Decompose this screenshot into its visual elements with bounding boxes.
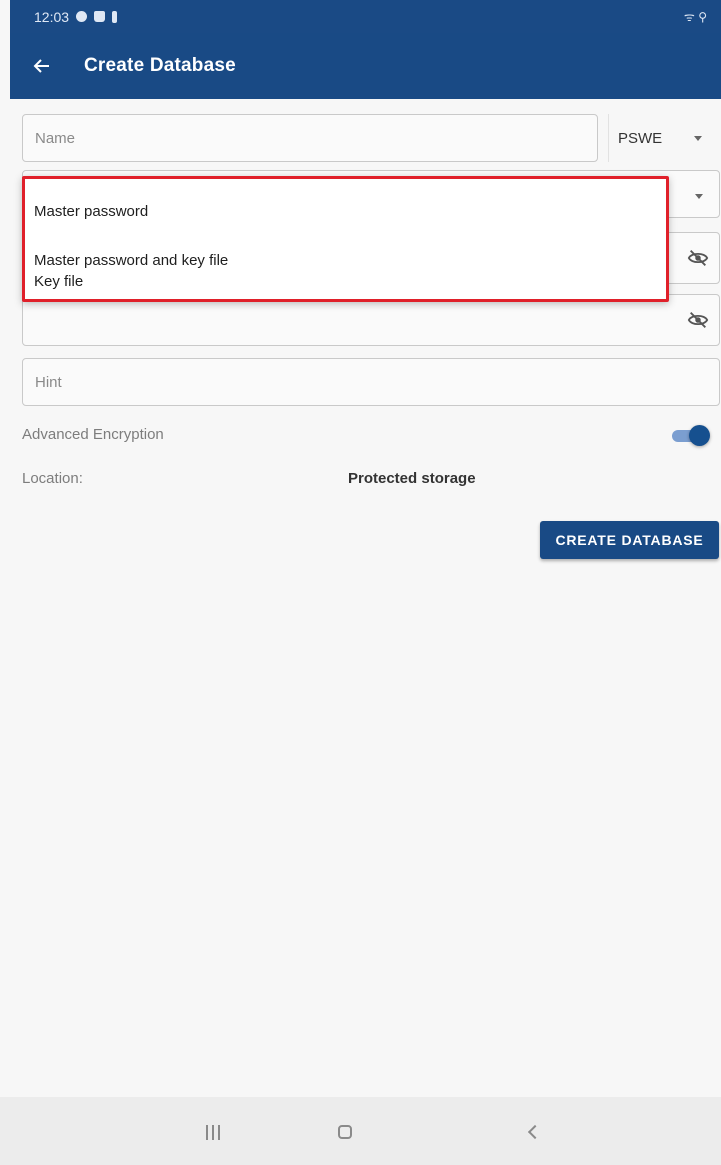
chevron-down-icon <box>694 136 702 141</box>
recent-apps-icon <box>206 1124 208 1140</box>
name-placeholder: Name <box>35 129 76 147</box>
back-chevron-icon <box>527 1124 543 1140</box>
advanced-encryption-label: Advanced Encryption <box>22 426 164 443</box>
app-bar: Create Database <box>10 33 721 99</box>
auth-method-dropdown: Master password Master password and key … <box>22 176 669 302</box>
db-type-value: PSWE <box>618 129 663 147</box>
toggle-thumb <box>689 425 710 446</box>
home-icon <box>338 1125 352 1139</box>
page-title: Create Database <box>84 55 236 76</box>
notification-icon <box>112 10 118 23</box>
advanced-encryption-toggle[interactable] <box>672 425 710 447</box>
hint-input[interactable]: Hint <box>22 358 720 406</box>
eye-off-icon[interactable] <box>687 247 709 269</box>
location-value: Protected storage <box>348 470 476 487</box>
system-back-button[interactable] <box>513 1112 553 1152</box>
status-right-icons: ᯤ ⚲ <box>683 10 707 24</box>
menu-item-master-password[interactable]: Master password <box>34 196 654 226</box>
recent-apps-button[interactable] <box>193 1112 233 1152</box>
hint-placeholder: Hint <box>35 373 62 391</box>
location-label: Location: <box>22 470 83 487</box>
recent-apps-icon-bar <box>212 1124 214 1140</box>
recent-apps-icon-bar <box>218 1124 220 1140</box>
menu-item-key-file[interactable]: Key file <box>34 266 654 296</box>
db-type-select[interactable]: PSWE <box>608 114 718 162</box>
clock: 12:03 <box>34 8 70 25</box>
eye-off-icon[interactable] <box>687 309 709 331</box>
create-database-button[interactable]: CREATE DATABASE <box>540 521 719 559</box>
name-input[interactable]: Name <box>22 114 598 162</box>
back-button[interactable] <box>14 33 70 99</box>
home-button[interactable] <box>325 1112 365 1152</box>
system-nav-bar <box>0 1097 721 1165</box>
chevron-down-icon <box>695 194 703 199</box>
shopping-bag-icon <box>94 11 106 22</box>
arrow-left-icon <box>33 59 49 73</box>
status-bar: 12:03 ᯤ ⚲ <box>10 0 721 33</box>
spotify-icon <box>76 11 88 22</box>
